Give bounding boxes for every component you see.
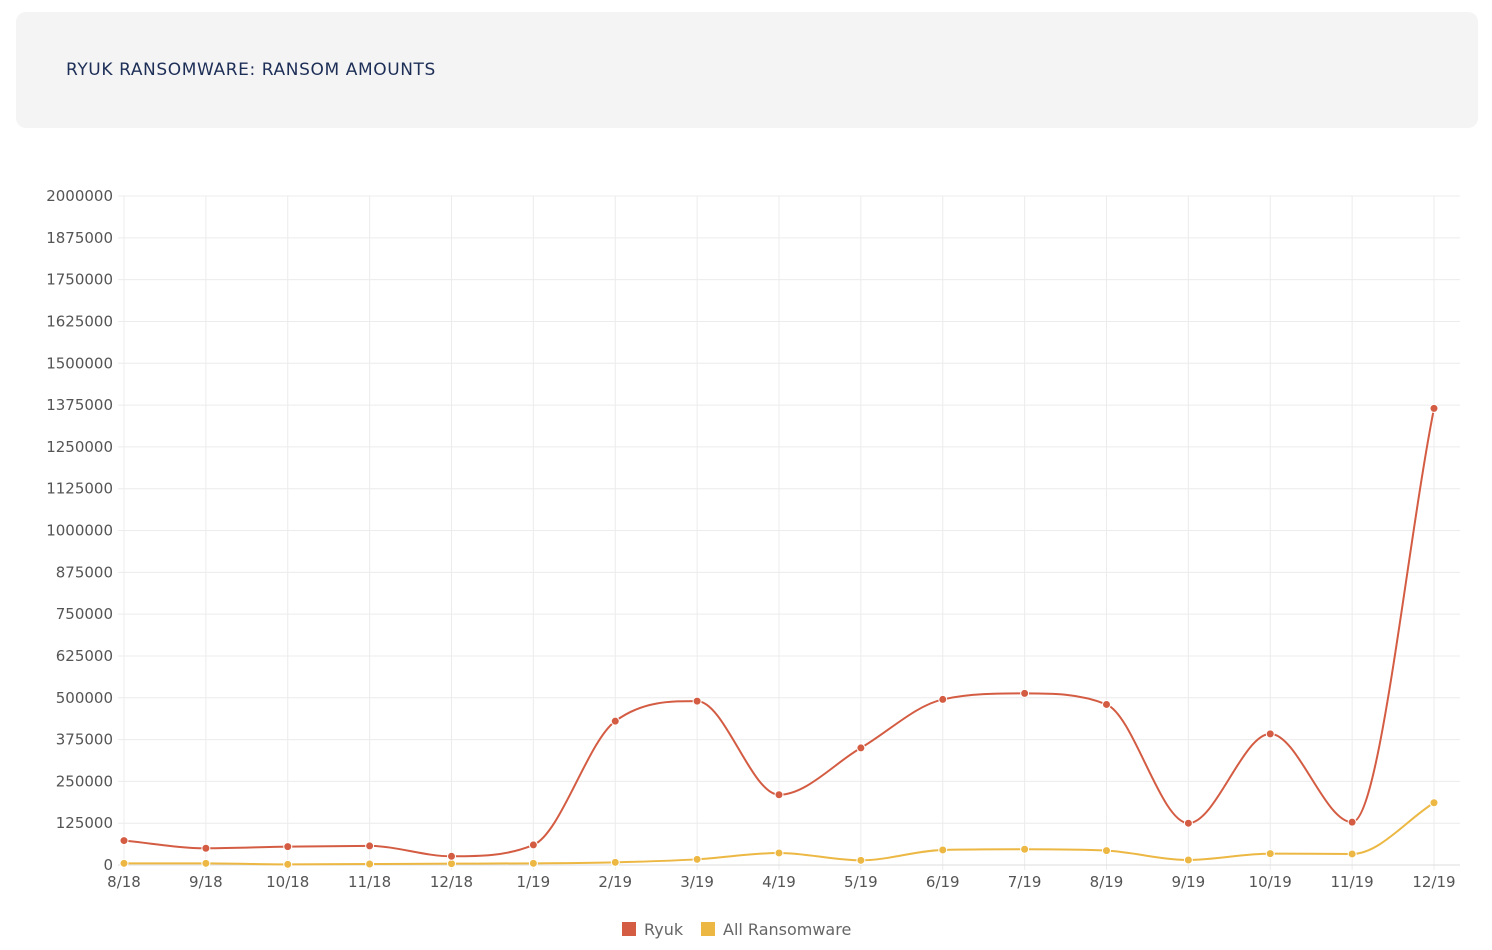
ryuk-data-point[interactable] <box>447 851 456 861</box>
all-ransomware-data-point[interactable] <box>774 848 784 858</box>
ryuk-data-point[interactable] <box>119 836 129 846</box>
all-ransomware-data-point[interactable] <box>1102 846 1111 856</box>
ryuk-data-point[interactable] <box>856 743 866 753</box>
x-tick-label: 2/19 <box>598 873 632 891</box>
all-ransomware-data-point[interactable] <box>119 858 129 868</box>
x-tick-label: 12/19 <box>1412 873 1455 891</box>
legend-label: Ryuk <box>644 920 684 939</box>
x-tick-label: 5/19 <box>844 873 878 891</box>
y-tick-label: 1375000 <box>46 396 113 414</box>
y-tick-label: 1000000 <box>46 522 113 540</box>
x-tick-label: 8/19 <box>1090 873 1124 891</box>
all-ransomware-data-point[interactable] <box>856 855 866 865</box>
y-tick-label: 750000 <box>56 605 113 623</box>
y-tick-label: 625000 <box>56 647 113 665</box>
ryuk-data-point[interactable] <box>201 843 211 853</box>
all-ransomware-data-point[interactable] <box>201 858 211 868</box>
grid-lines <box>118 195 1460 870</box>
ryuk-data-point[interactable] <box>774 790 784 800</box>
ryuk-data-point[interactable] <box>1347 817 1357 827</box>
line-chart: 0 125000 250000 375000 500000 625000 750000 875… <box>46 187 1460 939</box>
ryuk-data-point[interactable] <box>1020 688 1030 698</box>
ryuk-data-point[interactable] <box>1102 699 1111 709</box>
all-ransomware-data-point[interactable] <box>1265 849 1275 859</box>
ryuk-data-point[interactable] <box>1183 818 1193 828</box>
ryuk-data-point[interactable] <box>1265 729 1275 739</box>
y-tick-label: 2000000 <box>46 187 113 205</box>
x-tick-label: 8/18 <box>107 873 141 891</box>
legend-swatch <box>622 922 636 936</box>
x-tick-label: 7/19 <box>1008 873 1042 891</box>
y-tick-label: 1875000 <box>46 229 113 247</box>
ryuk-data-point[interactable] <box>528 840 538 850</box>
x-tick-label: 4/19 <box>762 873 796 891</box>
all-ransomware-data-point[interactable] <box>1347 849 1357 859</box>
ryuk-data-point[interactable] <box>283 842 293 852</box>
legend-item-ryuk[interactable]: Ryuk <box>622 920 684 939</box>
legend[interactable]: Ryuk All Ransomware <box>622 920 851 939</box>
ryuk-data-point[interactable] <box>610 716 620 726</box>
y-tick-label: 1500000 <box>46 354 113 372</box>
all-ransomware-data-point[interactable] <box>610 857 620 867</box>
ryuk-data-point[interactable] <box>1429 403 1439 413</box>
x-tick-label: 9/19 <box>1172 873 1206 891</box>
y-tick-label: 375000 <box>56 731 113 749</box>
legend-swatch <box>701 922 715 936</box>
y-tick-label: 500000 <box>56 689 113 707</box>
y-tick-label: 1625000 <box>46 312 113 330</box>
all-ransomware-data-point[interactable] <box>692 854 702 864</box>
x-tick-label: 12/18 <box>430 873 473 891</box>
all-ransomware-data-point[interactable] <box>1183 855 1193 865</box>
y-tick-label: 0 <box>103 856 113 874</box>
ryuk-data-point[interactable] <box>365 841 375 851</box>
legend-item-all-ransomware[interactable]: All Ransomware <box>701 920 851 939</box>
x-tick-label: 9/18 <box>189 873 223 891</box>
y-tick-label: 250000 <box>56 772 113 790</box>
legend-label: All Ransomware <box>723 920 851 939</box>
x-tick-label: 11/18 <box>348 873 391 891</box>
all-ransomware-data-point[interactable] <box>1429 798 1439 808</box>
all-ransomware-data-point[interactable] <box>528 858 538 868</box>
x-tick-label: 6/19 <box>926 873 960 891</box>
x-tick-label: 3/19 <box>680 873 714 891</box>
all-ransomware-data-point[interactable] <box>938 845 948 855</box>
all-ransomware-data-point[interactable] <box>283 859 293 869</box>
x-tick-label: 11/19 <box>1331 873 1374 891</box>
y-tick-label: 1125000 <box>46 480 113 498</box>
ryuk-data-point[interactable] <box>692 696 702 706</box>
y-tick-label: 125000 <box>56 814 113 832</box>
ryuk-data-point[interactable] <box>938 694 948 704</box>
all-ransomware-data-point[interactable] <box>1020 844 1030 854</box>
x-tick-label: 10/18 <box>266 873 309 891</box>
y-tick-label: 1250000 <box>46 438 113 456</box>
x-tick-label: 10/19 <box>1249 873 1292 891</box>
axes: 0 125000 250000 375000 500000 625000 750000 875… <box>46 187 1460 891</box>
all-ransomware-data-point[interactable] <box>447 859 456 869</box>
y-tick-label: 1750000 <box>46 271 113 289</box>
y-tick-label: 875000 <box>56 563 113 581</box>
all-ransomware-data-point[interactable] <box>365 859 375 869</box>
x-tick-label: 1/19 <box>517 873 551 891</box>
